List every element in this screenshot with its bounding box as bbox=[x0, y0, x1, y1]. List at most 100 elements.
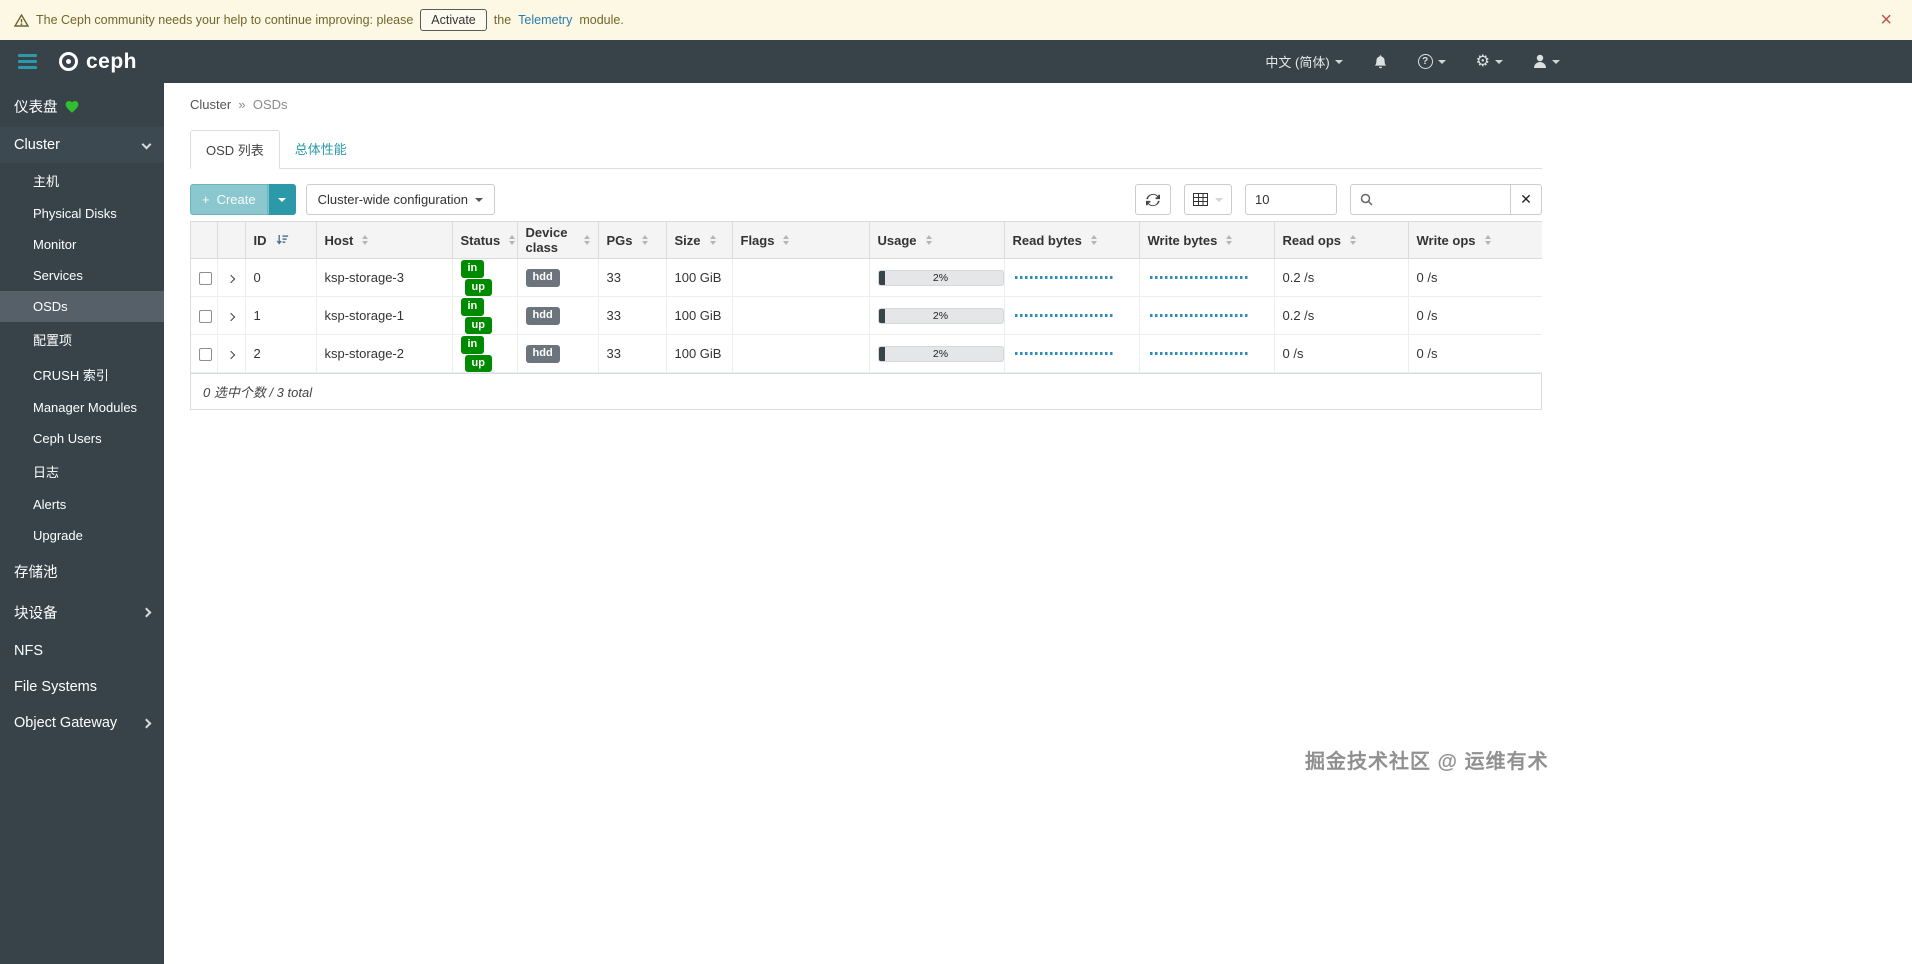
cluster-wide-configuration-label: Cluster-wide configuration bbox=[317, 192, 468, 207]
search-input[interactable] bbox=[1382, 184, 1510, 215]
navbar-right: 中文 (简体) ? ⚙ bbox=[1265, 52, 1560, 71]
language-menu[interactable]: 中文 (简体) bbox=[1265, 52, 1343, 71]
usage-label: 2% bbox=[932, 271, 949, 284]
ceph-logo[interactable]: ceph bbox=[59, 50, 137, 74]
column-toggle-button[interactable] bbox=[1184, 184, 1232, 215]
sidebar-item-manager-modules[interactable]: Manager Modules bbox=[0, 392, 164, 423]
row-checkbox[interactable] bbox=[199, 348, 212, 362]
read-bytes-cell bbox=[1003, 296, 1140, 335]
usage-cell: 2% bbox=[868, 296, 1005, 335]
sidebar-item-hosts[interactable]: 主机 bbox=[0, 163, 164, 198]
usage-bar: 2% bbox=[877, 269, 1004, 286]
ceph-logo-icon bbox=[59, 52, 78, 71]
hamburger-menu-icon[interactable] bbox=[18, 51, 37, 72]
banner-close-icon[interactable]: × bbox=[1880, 10, 1898, 30]
sidebar-item-logs[interactable]: 日志 bbox=[0, 454, 164, 489]
sidebar: 仪表盘 Cluster 主机 Physical Disks Monitor Se… bbox=[0, 83, 164, 964]
read-bytes-sparkline bbox=[1014, 314, 1113, 317]
sort-active-icon bbox=[276, 235, 288, 245]
create-dropdown-toggle[interactable] bbox=[267, 184, 296, 215]
sidebar-item-services[interactable]: Services bbox=[0, 260, 164, 291]
osd-id-cell: 1 bbox=[244, 296, 317, 335]
col-header-pgs[interactable]: PGs bbox=[597, 222, 667, 259]
breadcrumb-current: OSDs bbox=[252, 97, 288, 112]
sidebar-item-osds[interactable]: OSDs bbox=[0, 291, 164, 322]
col-header-status[interactable]: Status bbox=[451, 222, 518, 259]
device-class-cell: hdd bbox=[516, 334, 599, 373]
status-badge-up: up bbox=[464, 316, 492, 334]
sidebar-item-label: Cluster bbox=[14, 137, 60, 153]
table-row[interactable]: 1 ksp-storage-1 in up hdd 33 100 GiB 2% … bbox=[191, 296, 1542, 335]
notifications-button[interactable] bbox=[1373, 54, 1388, 70]
sidebar-item-ceph-users[interactable]: Ceph Users bbox=[0, 423, 164, 454]
col-header-host[interactable]: Host bbox=[315, 222, 453, 259]
sidebar-item-alerts[interactable]: Alerts bbox=[0, 489, 164, 520]
tab-bar: OSD 列表 总体性能 bbox=[190, 130, 1542, 169]
create-button-label: Create bbox=[216, 192, 256, 207]
chevron-right-icon bbox=[226, 274, 236, 284]
sidebar-item-label: File Systems bbox=[14, 679, 97, 695]
sidebar-item-file-systems[interactable]: File Systems bbox=[0, 669, 164, 705]
telemetry-banner: The Ceph community needs your help to co… bbox=[0, 0, 1912, 40]
telemetry-link[interactable]: Telemetry bbox=[518, 13, 572, 27]
status-badge-up: up bbox=[464, 278, 492, 296]
col-header-read-ops[interactable]: Read ops bbox=[1273, 222, 1409, 259]
col-label: PGs bbox=[606, 232, 633, 248]
sidebar-item-dashboard[interactable]: 仪表盘 bbox=[0, 86, 164, 127]
main-content: Cluster » OSDs OSD 列表 总体性能 + Create Clus… bbox=[164, 83, 1912, 964]
sidebar-item-cluster[interactable]: Cluster bbox=[0, 127, 164, 163]
cluster-wide-configuration-button[interactable]: Cluster-wide configuration bbox=[305, 184, 495, 215]
table-row[interactable]: 2 ksp-storage-2 in up hdd 33 100 GiB 2% … bbox=[191, 334, 1542, 373]
col-label: ID bbox=[253, 232, 267, 248]
sidebar-item-pools[interactable]: 存储池 bbox=[0, 551, 164, 592]
col-header-usage[interactable]: Usage bbox=[868, 222, 1005, 259]
sidebar-item-block[interactable]: 块设备 bbox=[0, 592, 164, 633]
col-label: Host bbox=[324, 232, 354, 248]
sidebar-item-label: NFS bbox=[14, 643, 43, 659]
col-header-write-bytes[interactable]: Write bytes bbox=[1138, 222, 1275, 259]
bell-icon bbox=[1374, 54, 1386, 68]
write-bytes-cell bbox=[1138, 334, 1275, 373]
row-checkbox[interactable] bbox=[199, 272, 212, 286]
page-size-input[interactable] bbox=[1245, 184, 1337, 215]
write-ops-cell: 0 /s bbox=[1407, 296, 1542, 335]
row-checkbox[interactable] bbox=[199, 310, 212, 324]
col-label: Device class bbox=[525, 225, 568, 255]
col-header-flags[interactable]: Flags bbox=[731, 222, 870, 259]
tab-osd-list[interactable]: OSD 列表 bbox=[190, 130, 280, 169]
settings-menu[interactable]: ⚙ bbox=[1476, 53, 1503, 70]
col-header-device-class[interactable]: Device class bbox=[516, 222, 599, 259]
help-menu[interactable]: ? bbox=[1417, 54, 1446, 69]
sidebar-item-configuration[interactable]: 配置项 bbox=[0, 322, 164, 357]
sidebar-item-monitor[interactable]: Monitor bbox=[0, 229, 164, 260]
col-header-write-ops[interactable]: Write ops bbox=[1407, 222, 1542, 259]
flags-cell bbox=[731, 334, 870, 373]
tab-overall-performance[interactable]: 总体性能 bbox=[280, 130, 362, 168]
sidebar-item-upgrade[interactable]: Upgrade bbox=[0, 520, 164, 551]
search-clear-button[interactable]: ✕ bbox=[1510, 184, 1542, 215]
row-expand-button[interactable] bbox=[216, 296, 246, 335]
sidebar-item-label: 块设备 bbox=[14, 606, 58, 622]
create-button[interactable]: + Create bbox=[190, 184, 268, 215]
sort-icon bbox=[925, 235, 932, 245]
breadcrumb-parent[interactable]: Cluster bbox=[190, 97, 231, 112]
user-menu[interactable] bbox=[1533, 54, 1560, 69]
usage-cell: 2% bbox=[868, 334, 1005, 373]
activate-telemetry-button[interactable]: Activate bbox=[420, 9, 487, 31]
row-expand-button[interactable] bbox=[216, 334, 246, 373]
col-label: Flags bbox=[740, 232, 775, 248]
col-header-size[interactable]: Size bbox=[665, 222, 733, 259]
sidebar-item-crush-map[interactable]: CRUSH 索引 bbox=[0, 357, 164, 392]
sidebar-item-object-gateway[interactable]: Object Gateway bbox=[0, 705, 164, 741]
usage-label: 2% bbox=[932, 347, 949, 360]
search-icon-addon[interactable] bbox=[1350, 184, 1382, 215]
sidebar-item-physical-disks[interactable]: Physical Disks bbox=[0, 198, 164, 229]
table-row[interactable]: 0 ksp-storage-3 in up hdd 33 100 GiB 2% … bbox=[191, 258, 1542, 297]
refresh-button[interactable] bbox=[1135, 184, 1171, 215]
col-header-id[interactable]: ID bbox=[244, 222, 317, 259]
osd-table: ID Host Status Device class PGs Size Fla… bbox=[191, 222, 1542, 373]
write-ops-cell: 0 /s bbox=[1407, 258, 1542, 297]
row-expand-button[interactable] bbox=[216, 258, 246, 297]
sidebar-item-nfs[interactable]: NFS bbox=[0, 633, 164, 669]
col-header-read-bytes[interactable]: Read bytes bbox=[1003, 222, 1140, 259]
